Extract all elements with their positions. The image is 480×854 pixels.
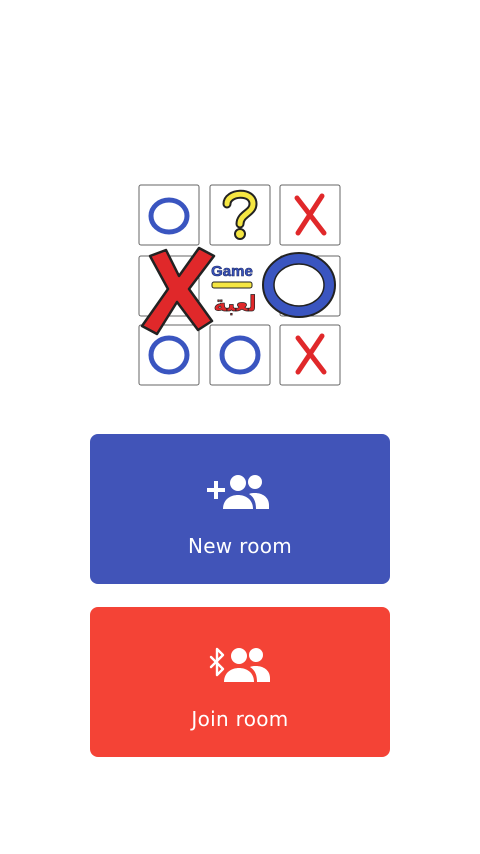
join-room-label: Join room: [191, 707, 289, 731]
join-room-button[interactable]: Join room: [90, 607, 390, 757]
xo-logo-graphic: Game لعبة: [138, 184, 341, 386]
board-cell: [138, 324, 200, 386]
xo-game-logo: Game لعبة: [132, 178, 348, 394]
badge-text-ar: لعبة: [213, 292, 256, 317]
badge-text-en: Game: [211, 263, 253, 280]
group-add-icon: [90, 472, 390, 512]
board-cell: [209, 324, 271, 386]
new-room-label: New room: [187, 534, 293, 558]
new-room-button[interactable]: New room: [90, 434, 390, 584]
game-badge: Game لعبة: [211, 263, 257, 318]
big-o-icon: [262, 252, 336, 318]
board-cell: [138, 184, 200, 246]
bluetooth-group-icon: [90, 645, 390, 685]
